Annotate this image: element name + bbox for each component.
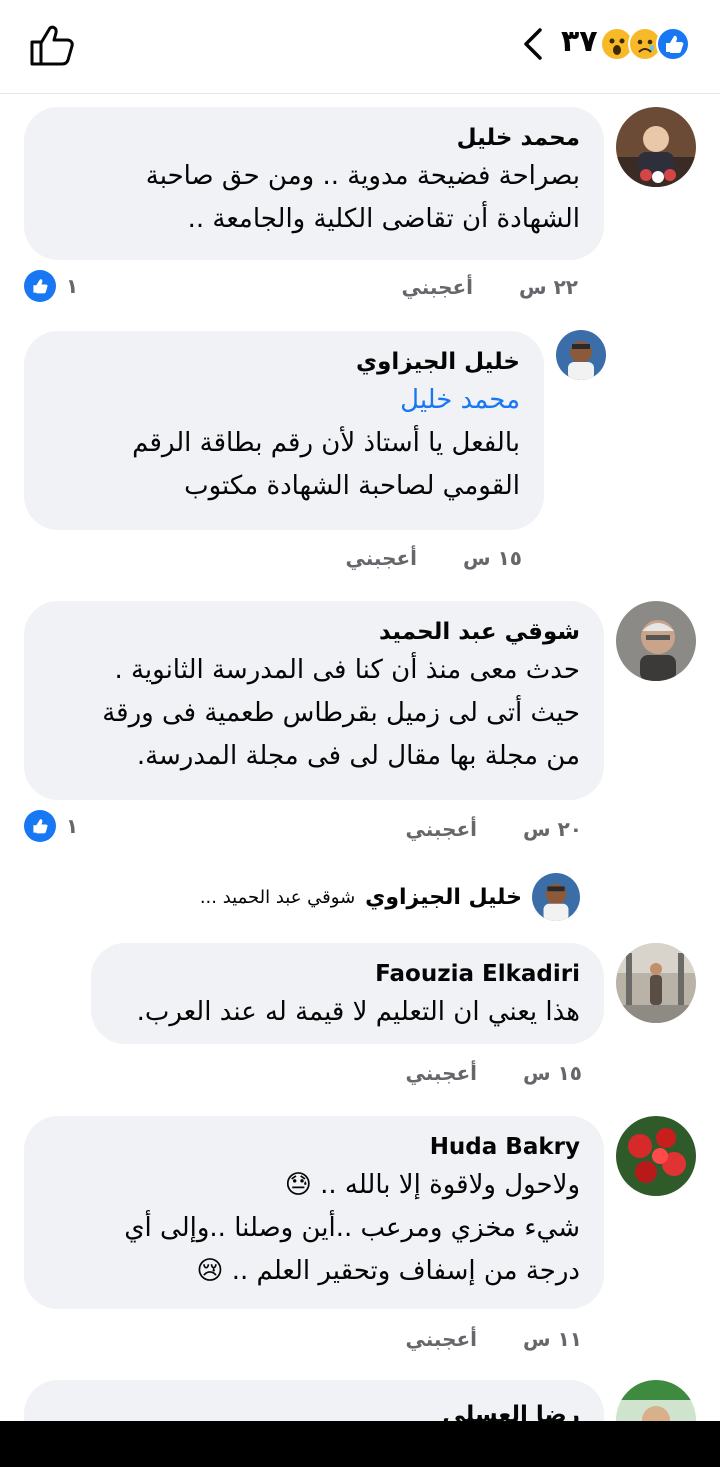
comment-time: ٢٢ س xyxy=(519,275,578,299)
comment-meta: ١٥ س أعجبني xyxy=(346,546,522,570)
mention-link[interactable]: محمد خليل xyxy=(48,379,520,422)
like-link[interactable]: أعجبني xyxy=(406,817,478,841)
like-link[interactable]: أعجبني xyxy=(406,1327,478,1351)
comment-meta: ١١ س أعجبني xyxy=(406,1327,582,1351)
reply-snippet: شوقي عبد الحميد ... xyxy=(199,886,356,908)
comment-text: الشهادة أن تقاضى الكلية والجامعة .. xyxy=(187,204,580,234)
comment-bubble[interactable]: رضا العسلي xyxy=(24,1380,604,1421)
reply-preview[interactable]: خليل الجيزاوي شوقي عبد الحميد ... xyxy=(160,872,580,922)
reaction-count[interactable]: ٣٧ xyxy=(561,24,598,59)
comment-time: ٢٠ س xyxy=(523,817,582,841)
comments-header: ٣٧ xyxy=(0,0,720,94)
comment-bubble[interactable]: Faouzia Elkadiri هذا يعني ان التعليم لا … xyxy=(91,943,604,1044)
avatar[interactable] xyxy=(556,330,606,380)
comment-text: شيء مخزي ومرعب ..أين وصلنا ..وإلى أي xyxy=(124,1213,580,1243)
comment-meta: ١٥ س أعجبني xyxy=(406,1061,582,1085)
like-outline-icon[interactable] xyxy=(28,24,76,66)
comment-meta: ٢٢ س أعجبني xyxy=(402,275,578,299)
comment-bubble[interactable]: محمد خليل بصراحة فضيحة مدوية .. ومن حق ص… xyxy=(24,107,604,260)
like-reaction-icon xyxy=(24,270,56,302)
like-link[interactable]: أعجبني xyxy=(402,275,474,299)
comment-text: هذا يعني ان التعليم لا قيمة له عند العرب… xyxy=(136,997,580,1027)
comment-author[interactable]: محمد خليل xyxy=(48,121,580,155)
like-link[interactable]: أعجبني xyxy=(346,546,418,570)
comment-time: ١٥ س xyxy=(523,1061,582,1085)
avatar[interactable] xyxy=(616,943,696,1023)
comment-text: درجة من إسفاف وتحقير العلم .. 😢 xyxy=(196,1256,580,1286)
comment-text: حيث أتى لى زميل بقرطاس طعمية فى ورقة xyxy=(102,698,580,728)
comment-bubble[interactable]: خليل الجيزاوي محمد خليل بالفعل يا أستاذ … xyxy=(24,331,544,530)
like-reaction-icon xyxy=(24,810,56,842)
comment-bubble[interactable]: Huda Bakry ولاحول ولاقوة إلا بالله .. 😓 … xyxy=(24,1116,604,1309)
comment-author[interactable]: خليل الجيزاوي xyxy=(48,345,520,379)
avatar xyxy=(532,873,580,921)
comment-time: ١٥ س xyxy=(463,546,522,570)
like-reaction-icon xyxy=(656,27,690,61)
reaction-icons[interactable] xyxy=(600,26,690,62)
reply-author: خليل الجيزاوي xyxy=(365,884,522,910)
comment-text: من مجلة بها مقال لى فى مجلة المدرسة. xyxy=(136,741,580,771)
comment-author[interactable]: رضا العسلي xyxy=(48,1398,580,1421)
avatar[interactable] xyxy=(616,601,696,681)
avatar[interactable] xyxy=(616,1380,696,1421)
reaction-count: ١ xyxy=(66,814,79,838)
comment-author[interactable]: شوقي عبد الحميد xyxy=(48,615,580,649)
comment-time: ١١ س xyxy=(523,1327,582,1351)
comment-reactions[interactable]: ١ xyxy=(24,810,78,842)
comment-text: حدث معى منذ أن كنا فى المدرسة الثانوية . xyxy=(114,655,580,685)
partial-comment: رضا العسلي xyxy=(0,1380,720,1421)
like-link[interactable]: أعجبني xyxy=(406,1061,478,1085)
comment-reactions[interactable]: ١ xyxy=(24,270,78,302)
comment-bubble[interactable]: شوقي عبد الحميد حدث معى منذ أن كنا فى ال… xyxy=(24,601,604,800)
comment-author[interactable]: Faouzia Elkadiri xyxy=(115,957,580,991)
comment-meta: ٢٠ س أعجبني xyxy=(406,817,582,841)
comment-text: ولاحول ولاقوة إلا بالله .. 😓 xyxy=(284,1170,580,1200)
comment-text: القومي لصاحبة الشهادة مكتوب xyxy=(184,471,520,501)
reaction-count: ١ xyxy=(66,274,79,298)
comment-text: بصراحة فضيحة مدوية .. ومن حق صاحبة xyxy=(145,161,580,191)
comment-author[interactable]: Huda Bakry xyxy=(48,1130,580,1164)
avatar[interactable] xyxy=(616,107,696,187)
system-nav-bar xyxy=(0,1421,720,1467)
comment-text: بالفعل يا أستاذ لأن رقم بطاقة الرقم xyxy=(132,428,520,458)
avatar[interactable] xyxy=(616,1116,696,1196)
chevron-left-icon[interactable] xyxy=(518,26,546,62)
